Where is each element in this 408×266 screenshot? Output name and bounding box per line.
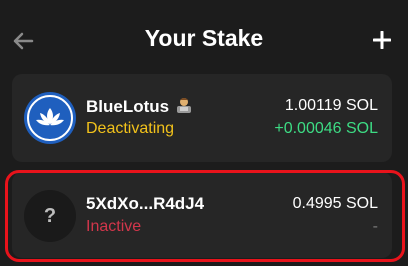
page-title: Your Stake <box>144 25 264 51</box>
validator-name: BlueLotus <box>86 96 193 117</box>
stake-card-bluelotus[interactable]: BlueLotus Deactivating 1.00119 SOL +0.00… <box>12 74 392 162</box>
lotus-icon <box>36 108 64 126</box>
highlight-box <box>5 170 405 262</box>
header: Your Stake <box>0 0 408 80</box>
stake-change: +0.00046 SOL <box>274 120 378 137</box>
plus-icon <box>373 31 391 49</box>
validator-avatar <box>24 92 76 144</box>
stake-status: Deactivating <box>86 120 175 137</box>
add-stake-button[interactable] <box>370 28 394 52</box>
technologist-emoji-icon <box>177 98 192 113</box>
stake-amount: 1.00119 SOL <box>284 97 378 114</box>
